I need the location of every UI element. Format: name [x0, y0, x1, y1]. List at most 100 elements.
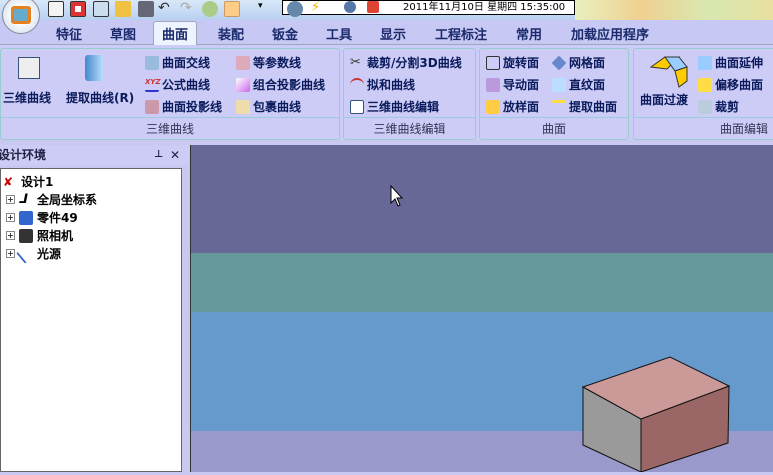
app-logo-icon: [11, 6, 31, 24]
tree-node-part[interactable]: + 零件49: [6, 209, 78, 226]
mesh-surface-button[interactable]: 网格面: [551, 54, 605, 71]
trim-surface-icon: [698, 99, 712, 114]
new-file-icon[interactable]: [48, 1, 64, 17]
viewport-scene[interactable]: [191, 145, 773, 473]
undo-icon[interactable]: ↶: [158, 1, 174, 17]
formula-curve-icon: XYZ: [145, 78, 161, 92]
horizon-band: [191, 253, 773, 312]
group-curve-edit: ✂ 裁剪/分割3D曲线 拟和曲线 三维曲线编辑 三维曲线编辑: [343, 48, 476, 140]
sweep-surface-button[interactable]: 导动面: [486, 76, 539, 93]
wallpaper-strip: [575, 0, 773, 20]
isoparametric-icon: [236, 55, 250, 70]
isoparametric-button[interactable]: 等参数线: [236, 54, 301, 71]
extend-surface-button[interactable]: 曲面延伸: [698, 54, 763, 71]
edit-curve-icon: [350, 99, 364, 114]
3d-curve-button[interactable]: 三维曲线: [3, 89, 51, 106]
clock-icon[interactable]: [344, 1, 356, 13]
quick-access-toolbar: ↶ ↷ ▾ 2011年11月10日 星期四 15:35:00 ⚡: [0, 0, 773, 34]
group-surface-edit: 曲面过渡 曲面延伸 偏移曲面 裁剪 曲面编辑: [633, 48, 773, 140]
tab-load-apps[interactable]: 加载应用程序: [571, 24, 649, 43]
extract-surface-button[interactable]: 提取曲面: [552, 98, 617, 115]
offset-surface-button[interactable]: 偏移曲面: [698, 76, 763, 93]
save-icon[interactable]: [138, 1, 154, 17]
axes-icon: ⅃: [19, 191, 28, 207]
globe-icon[interactable]: [287, 1, 303, 17]
ruled-icon: [552, 77, 566, 92]
surface-projection-button[interactable]: 曲面投影线: [145, 98, 222, 115]
surface-projection-icon: [145, 99, 159, 114]
open-folder-icon[interactable]: [115, 1, 131, 17]
group-3d-curve: 三维曲线 提取曲线(R) 曲面交线 XYZ 公式曲线 曲面投影线 等参数线 组合投…: [0, 48, 340, 140]
tab-display[interactable]: 显示: [380, 24, 406, 43]
design-tree: ✘ 设计1 + ⅃ 全局坐标系 + 零件49 + 照相机 + 光源: [0, 168, 182, 472]
part-icon: [19, 210, 33, 225]
expand-icon[interactable]: +: [6, 213, 15, 222]
tab-sketch[interactable]: 草图: [110, 24, 136, 43]
offset-surface-icon: [698, 77, 712, 92]
panel-title: 设计环境: [0, 148, 47, 162]
fit-curve-button[interactable]: 拟和曲线: [350, 76, 415, 93]
group-label: 三维曲线: [1, 117, 339, 137]
surface-blend-icon: [649, 56, 688, 88]
group-surface: 旋转面 导动面 放样面 网格面 直纹面 提取曲面 曲面: [479, 48, 629, 140]
extend-surface-icon: [698, 55, 712, 70]
tree-node-design[interactable]: ✘ 设计1: [3, 173, 53, 190]
tab-common[interactable]: 常用: [516, 24, 542, 43]
group-label: 曲面: [480, 117, 628, 137]
tree-node-light[interactable]: + 光源: [6, 243, 61, 264]
open-design-icon[interactable]: [93, 1, 109, 17]
combined-projection-button[interactable]: 组合投影曲线: [236, 76, 325, 93]
group-label: 三维曲线编辑: [344, 117, 475, 137]
trim-surface-button[interactable]: 裁剪: [698, 98, 739, 115]
tab-annotation[interactable]: 工程标注: [435, 24, 487, 43]
surface-intersection-icon: [145, 55, 159, 70]
tab-surface[interactable]: 曲面: [153, 21, 198, 46]
tab-feature[interactable]: 特征: [56, 24, 82, 43]
expand-icon[interactable]: +: [6, 249, 15, 258]
edit-3d-curve-button[interactable]: 三维曲线编辑: [350, 98, 439, 115]
tool-icon[interactable]: [367, 1, 379, 13]
style-icon[interactable]: [202, 1, 218, 17]
expand-icon[interactable]: +: [6, 231, 15, 240]
open-drawing-icon[interactable]: [70, 1, 86, 17]
group-label: 曲面编辑: [634, 117, 773, 137]
customize-dropdown-icon[interactable]: ▾: [258, 1, 263, 11]
tree-icon[interactable]: [224, 1, 240, 17]
fit-curve-icon: [350, 77, 364, 92]
tree-node-camera[interactable]: + 照相机: [6, 227, 73, 244]
tab-tools[interactable]: 工具: [326, 24, 352, 43]
wrap-curve-button[interactable]: 包裹曲线: [236, 98, 301, 115]
close-icon[interactable]: ✕: [170, 145, 180, 165]
lightning-icon[interactable]: ⚡: [311, 1, 327, 17]
sky-band: [191, 145, 773, 253]
wrap-curve-icon: [236, 99, 250, 114]
panel-header: 设计环境 ⊥ ✕: [0, 145, 189, 165]
pin-icon[interactable]: ⊥: [154, 145, 163, 165]
formula-curve-button[interactable]: XYZ 公式曲线: [145, 76, 210, 93]
ribbon: 三维曲线 提取曲线(R) 曲面交线 XYZ 公式曲线 曲面投影线 等参数线 组合投…: [0, 45, 773, 140]
extract-surface-icon: [552, 99, 566, 114]
loft-icon: [486, 99, 500, 114]
ribbon-tabs: 特征 草图 曲面 装配 钣金 工具 显示 工程标注 常用 加载应用程序: [0, 20, 773, 46]
extract-curve-button[interactable]: 提取曲线(R): [66, 89, 134, 106]
extract-curve-icon: [85, 55, 103, 81]
sweep-icon: [486, 77, 500, 92]
3d-viewport[interactable]: [190, 145, 773, 473]
tab-sheetmetal[interactable]: 钣金: [272, 24, 298, 43]
redo-icon[interactable]: ↷: [180, 1, 196, 17]
expand-icon[interactable]: +: [6, 195, 15, 204]
ruled-surface-button[interactable]: 直纹面: [552, 76, 605, 93]
revolve-surface-button[interactable]: 旋转面: [486, 54, 539, 71]
design-icon: ✘: [3, 174, 14, 189]
loft-surface-button[interactable]: 放样面: [486, 98, 539, 115]
tree-node-global-coords[interactable]: + ⅃ 全局坐标系: [6, 191, 97, 208]
combined-projection-icon: [236, 77, 250, 92]
3d-curve-icon: [18, 57, 40, 79]
mesh-icon: [551, 55, 567, 70]
camera-icon: [19, 228, 33, 243]
surface-intersection-button[interactable]: 曲面交线: [145, 54, 210, 71]
surface-blend-button[interactable]: 曲面过渡: [640, 91, 688, 108]
trim-split-3d-curve-button[interactable]: ✂ 裁剪/分割3D曲线: [350, 54, 462, 71]
tab-assembly[interactable]: 装配: [218, 24, 244, 43]
revolve-icon: [486, 55, 500, 70]
